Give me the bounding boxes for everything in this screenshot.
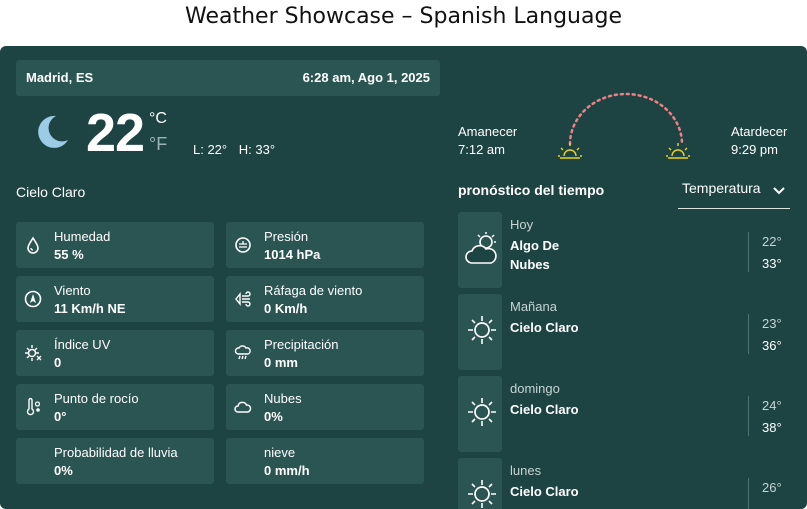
- detail-pressure: Presión 1014 hPa: [226, 222, 424, 268]
- moon-icon: [38, 115, 68, 148]
- forecast-title: pronóstico del tiempo: [458, 182, 605, 198]
- detail-value: 0%: [264, 409, 283, 424]
- detail-snow: nieve 0 mm/h: [226, 438, 424, 484]
- detail-label: Índice UV: [54, 337, 111, 352]
- wind-gust-icon: [235, 291, 251, 307]
- detail-wind-gust: Ráfaga de viento 0 Km/h: [226, 276, 424, 322]
- forecast-condition: Cielo Claro: [510, 320, 579, 335]
- datetime-label: 6:28 am, Ago 1, 2025: [302, 70, 430, 85]
- detail-wind: Viento 11 Km/h NE: [16, 276, 214, 322]
- current-condition: Cielo Claro: [16, 184, 86, 200]
- detail-humidity: Humedad 55 %: [16, 222, 214, 268]
- chevron-down-icon: [773, 187, 785, 195]
- detail-label: nieve: [264, 445, 296, 460]
- detail-precipitation: Precipitación 0 mm: [226, 330, 424, 376]
- forecast-temp-top: 26°: [762, 480, 782, 495]
- forecast-icon-box: [458, 294, 502, 370]
- sun-icon: [468, 480, 496, 508]
- forecast-day: domingo: [510, 381, 560, 396]
- sunrise-label: Amanecer: [458, 124, 518, 139]
- unit-fahrenheit-toggle[interactable]: °F: [149, 134, 167, 155]
- pressure-icon: [235, 237, 251, 253]
- forecast-divider: [748, 314, 749, 354]
- clouds-icon: [234, 401, 252, 413]
- forecast-icon-box: [458, 376, 502, 452]
- uv-index-icon: [25, 345, 42, 361]
- detail-value: 0 mm/h: [264, 463, 310, 478]
- sun-icon: [468, 398, 496, 426]
- detail-value: 1014 hPa: [264, 247, 321, 262]
- current-temperature: 22: [86, 103, 145, 163]
- forecast-temp-bottom: 36°: [762, 338, 782, 353]
- detail-label: Ráfaga de viento: [264, 283, 363, 298]
- forecast-divider: [748, 232, 749, 272]
- dew-point-icon: [26, 398, 41, 416]
- detail-label: Nubes: [264, 391, 302, 406]
- detail-value: 0 Km/h: [264, 301, 308, 316]
- detail-value: 0 mm: [264, 355, 298, 370]
- partly-cloudy-icon: [465, 232, 497, 264]
- detail-label: Punto de rocío: [54, 391, 139, 406]
- precipitation-icon: [234, 345, 251, 360]
- sun-path-arc: [558, 92, 690, 159]
- dropdown-value: Temperatura: [682, 180, 761, 196]
- forecast-day: lunes: [510, 463, 542, 478]
- detail-value: 0: [54, 355, 62, 370]
- detail-value: 0°: [54, 409, 67, 424]
- location-bar: Madrid, ES 6:28 am, Ago 1, 2025: [16, 60, 440, 96]
- forecast-icon-box: [458, 458, 502, 509]
- sun-icon: [468, 316, 496, 344]
- unit-celsius-toggle[interactable]: °C: [149, 110, 167, 128]
- forecast-temp-top: 23°: [762, 316, 782, 331]
- wind-icon: [24, 290, 42, 308]
- page-title: Weather Showcase – Spanish Language: [185, 4, 622, 29]
- forecast-condition: Cielo Claro: [510, 484, 579, 499]
- forecast-divider: [748, 478, 749, 509]
- forecast-temp-bottom: 33°: [762, 256, 782, 271]
- sunrise-marker-icon: [558, 143, 582, 159]
- forecast-icon-box: [458, 212, 502, 288]
- forecast-metric-dropdown[interactable]: Temperatura: [678, 172, 790, 209]
- forecast-day: Hoy: [510, 217, 534, 232]
- low-temp: L: 22°: [193, 142, 228, 157]
- location-label: Madrid, ES: [26, 70, 94, 85]
- high-temp: H: 33°: [238, 142, 276, 157]
- detail-clouds: Nubes 0%: [226, 384, 424, 430]
- detail-label: Probabilidad de lluvia: [54, 445, 178, 460]
- sunset-label: Atardecer: [731, 124, 788, 139]
- forecast-temp-top: 22°: [762, 234, 782, 249]
- weather-card: Madrid, ES 6:28 am, Ago 1, 2025 22 °C °F…: [0, 46, 807, 509]
- sunset-time: 9:29 pm: [731, 142, 778, 157]
- forecast-condition: Cielo Claro: [510, 402, 579, 417]
- sunrise-time: 7:12 am: [458, 142, 505, 157]
- forecast-temp-top: 24°: [762, 398, 782, 413]
- forecast-divider: [748, 396, 749, 436]
- forecast-condition: Algo De Nubes: [510, 238, 560, 272]
- detail-uv-index: Índice UV 0: [16, 330, 214, 376]
- detail-dew-point: Punto de rocío 0°: [16, 384, 214, 430]
- sunset-marker-icon: [666, 143, 690, 159]
- detail-rain-probability: Probabilidad de lluvia 0%: [16, 438, 214, 484]
- detail-label: Presión: [264, 229, 309, 244]
- detail-value: 55 %: [54, 247, 84, 262]
- detail-value: 0%: [54, 463, 73, 478]
- humidity-icon: [27, 236, 39, 254]
- detail-value: 11 Km/h NE: [54, 301, 126, 316]
- detail-label: Humedad: [54, 229, 111, 244]
- forecast-day: Mañana: [510, 299, 557, 314]
- forecast-temp-bottom: 38°: [762, 420, 782, 435]
- detail-label: Precipitación: [264, 337, 339, 352]
- low-high: L: 22° H: 33°: [193, 142, 283, 157]
- detail-label: Viento: [54, 283, 91, 298]
